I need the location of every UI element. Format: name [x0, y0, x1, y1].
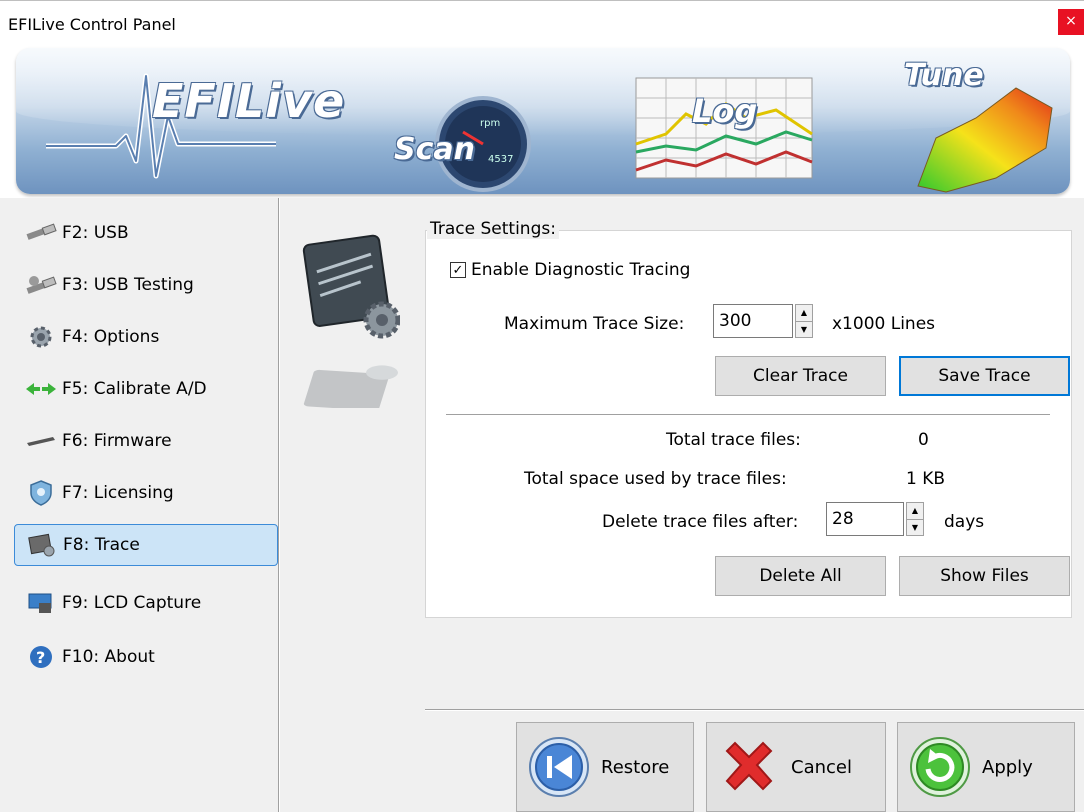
- trace-icon: [25, 530, 59, 560]
- scan-text: Scan: [394, 132, 475, 167]
- trace-settings-panel: Trace Settings: ✓ Enable Diagnostic Trac…: [280, 198, 1084, 812]
- title-bar: EFILive Control Panel ×: [0, 0, 1084, 46]
- restore-button[interactable]: Restore: [516, 722, 694, 812]
- cancel-label: Cancel: [791, 756, 852, 778]
- svg-text:4537: 4537: [488, 154, 513, 165]
- sidebar-item-firmware[interactable]: F6: Firmware: [14, 420, 278, 462]
- sidebar-item-usb-testing[interactable]: F3: USB Testing: [14, 264, 278, 306]
- firmware-chip-icon: [24, 426, 58, 456]
- apply-button[interactable]: Apply: [897, 722, 1075, 812]
- sidebar-item-label: F10: About: [62, 647, 155, 667]
- license-shield-icon: [24, 478, 58, 508]
- enable-tracing-label: Enable Diagnostic Tracing: [471, 260, 691, 280]
- sidebar-item-label: F5: Calibrate A/D: [62, 379, 207, 399]
- sidebar-item-options[interactable]: F4: Options: [14, 316, 278, 358]
- apply-refresh-icon: [910, 737, 970, 797]
- efilive-logo-text: EFILive: [152, 74, 346, 128]
- delete-after-spinner: 28 ▲ ▼: [826, 502, 924, 536]
- delete-after-arrows[interactable]: ▲ ▼: [906, 502, 924, 536]
- sidebar-item-trace[interactable]: F8: Trace: [14, 524, 278, 566]
- delete-after-unit: days: [944, 512, 985, 532]
- calibrate-arrows-icon: [24, 374, 58, 404]
- total-space-value: 1 KB: [906, 469, 946, 489]
- sidebar-item-usb[interactable]: F2: USB: [14, 212, 278, 254]
- sidebar-item-label: F7: Licensing: [62, 483, 174, 503]
- svg-text:rpm: rpm: [480, 118, 500, 129]
- max-trace-size-arrows[interactable]: ▲ ▼: [795, 304, 813, 338]
- footer-divider: [425, 709, 1084, 711]
- sidebar-item-label: F2: USB: [62, 223, 129, 243]
- sidebar-item-calibrate[interactable]: F5: Calibrate A/D: [14, 368, 278, 410]
- spin-down-icon[interactable]: ▼: [796, 320, 812, 337]
- gear-options-icon: [24, 322, 58, 352]
- window-title: EFILive Control Panel: [8, 15, 176, 34]
- max-trace-size-spinner: 300 ▲ ▼: [713, 304, 813, 338]
- delete-after-input[interactable]: 28: [826, 502, 904, 536]
- restore-label: Restore: [601, 756, 670, 778]
- cancel-button[interactable]: Cancel: [706, 722, 886, 812]
- sidebar-item-about[interactable]: ? F10: About: [14, 636, 278, 678]
- restore-icon: [529, 737, 589, 797]
- svg-text:?: ?: [36, 648, 45, 667]
- sidebar-item-label: F9: LCD Capture: [62, 593, 202, 613]
- max-trace-size-input[interactable]: 300: [713, 304, 793, 338]
- close-button[interactable]: ×: [1058, 9, 1084, 35]
- sidebar-item-label: F6: Firmware: [62, 431, 172, 451]
- total-space-label: Total space used by trace files:: [524, 469, 787, 489]
- sidebar-item-licensing[interactable]: F7: Licensing: [14, 472, 278, 514]
- total-trace-files-value: 0: [918, 430, 929, 450]
- trace-page-icon: [302, 234, 400, 408]
- apply-label: Apply: [982, 756, 1033, 778]
- max-trace-size-unit: x1000 Lines: [832, 314, 936, 334]
- spin-up-icon[interactable]: ▲: [907, 503, 923, 519]
- max-trace-size-label: Maximum Trace Size:: [504, 314, 685, 334]
- sidebar-item-label: F4: Options: [62, 327, 160, 347]
- sidebar-item-lcd-capture[interactable]: F9: LCD Capture: [14, 582, 278, 624]
- efilive-banner: EFILive rpm 4537 Scan Log Tune: [16, 48, 1070, 194]
- help-about-icon: ?: [24, 642, 58, 672]
- tune-map-icon: [917, 87, 1053, 193]
- delete-after-label: Delete trace files after:: [602, 512, 799, 532]
- tune-text: Tune: [904, 58, 984, 93]
- trace-settings-title: Trace Settings:: [427, 219, 559, 239]
- log-text: Log: [692, 92, 758, 130]
- spin-up-icon[interactable]: ▲: [796, 305, 812, 321]
- spin-down-icon[interactable]: ▼: [907, 518, 923, 535]
- save-trace-button[interactable]: Save Trace: [899, 356, 1070, 396]
- sidebar-nav: F2: USB F3: USB Testing F4: Options F5: …: [0, 198, 279, 812]
- total-trace-files-label: Total trace files:: [666, 430, 801, 450]
- sidebar-item-label: F8: Trace: [63, 535, 140, 555]
- lcd-capture-icon: [24, 588, 58, 618]
- delete-all-button[interactable]: Delete All: [715, 556, 886, 596]
- sidebar-item-label: F3: USB Testing: [62, 275, 194, 295]
- enable-tracing-checkbox[interactable]: ✓: [450, 262, 466, 278]
- clear-trace-button[interactable]: Clear Trace: [715, 356, 886, 396]
- show-files-button[interactable]: Show Files: [899, 556, 1070, 596]
- section-divider: [446, 414, 1050, 415]
- usb-cable-icon: [24, 218, 58, 248]
- enable-tracing-row[interactable]: ✓ Enable Diagnostic Tracing: [450, 260, 690, 280]
- cancel-x-icon: [725, 741, 773, 791]
- usb-testing-icon: [24, 270, 58, 300]
